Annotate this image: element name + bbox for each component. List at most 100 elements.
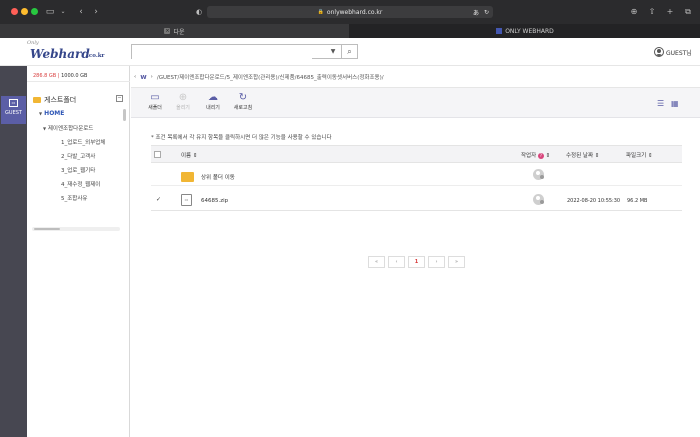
row-size: 96.2 MB <box>627 198 648 204</box>
tree-item[interactable]: ▼ 제이엔조합다운로드 <box>43 124 103 132</box>
browser-toolbar: ▭ ⌄ ‹ › ◐ 🔒 onlywebhard.co.kr あ ↻ ⊕ ⇧ + … <box>0 0 700 24</box>
tab-only-webhard[interactable]: ONLY WEBHARD <box>350 24 700 38</box>
sidebar-toggle-icon[interactable]: ▭ <box>44 6 56 18</box>
minimize-window-button[interactable] <box>21 8 28 15</box>
privacy-shield-icon[interactable]: ◐ <box>193 6 205 18</box>
column-author-label: 작업자 <box>521 153 537 159</box>
tree-item-label: 4_재수정_웹제이 <box>61 182 101 188</box>
folder-icon <box>33 97 41 103</box>
select-all-checkbox[interactable] <box>154 151 161 158</box>
column-modified[interactable]: 수정된 날짜 ⇕ <box>566 151 599 159</box>
file-toolbar: ▭ 새폴더 ⊕ 올리기 ☁ 내리기 ↻ 새로고침 ☰ ▦ <box>131 88 700 118</box>
tree-item-label: HOME <box>44 110 65 117</box>
webhard-page: Only Webhard .co.kr ▼ ⌕ GUEST님 ▭ GUEST 2… <box>0 38 700 437</box>
row-modified: 2022-08-20 10:55:30 <box>567 198 621 204</box>
search-icon: ⌕ <box>347 47 352 56</box>
row-checkbox-checked[interactable]: ✓ <box>156 196 161 203</box>
site-logo[interactable]: Only Webhard .co.kr <box>27 40 107 62</box>
tree-item-home[interactable]: ▼ HOME <box>39 110 99 117</box>
close-tab-icon[interactable]: × <box>164 28 171 34</box>
row-name[interactable]: 상위 폴더 이동 <box>201 173 235 181</box>
download-label: 내리기 <box>206 105 220 111</box>
guest-button[interactable]: ▭ GUEST <box>1 96 26 124</box>
tree-item-label: 1_업로드_외부업체 <box>61 140 106 146</box>
tab-strip: × 다운 ONLY WEBHARD <box>0 24 700 38</box>
column-name[interactable]: 이름 ⇕ <box>181 151 197 159</box>
upload-button[interactable]: ⊕ 올리기 <box>172 92 194 111</box>
column-modified-label: 수정된 날짜 <box>566 153 594 159</box>
row-name[interactable]: 64685.zip <box>201 198 228 204</box>
quota-total: 1000.0 GB <box>61 73 88 79</box>
chevron-down-icon[interactable]: ⌄ <box>57 6 69 18</box>
zoom-window-button[interactable] <box>31 8 38 15</box>
upload-label: 올리기 <box>176 105 190 111</box>
table-row[interactable]: ✓ ▭ 64685.zip 2022-08-20 10:55:30 96.2 M… <box>151 189 682 211</box>
tree-scrollbar[interactable] <box>123 109 126 121</box>
logo-domain-text: .co.kr <box>87 53 105 59</box>
webhard-icon[interactable]: w <box>140 73 146 81</box>
chevron-down-icon[interactable]: ▼ <box>328 45 338 58</box>
next-page-button[interactable]: › <box>428 256 445 268</box>
lock-icon: 🔒 <box>317 9 324 15</box>
pagination: « ‹ 1 › » <box>368 256 465 268</box>
first-page-button[interactable]: « <box>368 256 385 268</box>
main-content: ‹ w › /GUEST/제이엔조합다운로드/5_제이엔조합(관리용)/신제품/… <box>131 66 700 437</box>
address-bar[interactable]: 🔒 onlywebhard.co.kr あ ↻ <box>207 6 493 18</box>
new-folder-button[interactable]: ▭ 새폴더 <box>144 92 166 111</box>
back-icon[interactable]: ‹ <box>75 6 87 18</box>
translate-icon[interactable]: あ <box>473 8 479 17</box>
upload-icon: ⊕ <box>178 92 188 103</box>
prev-page-button[interactable]: ‹ <box>388 256 405 268</box>
list-view-icon[interactable]: ☰ <box>657 99 664 108</box>
tree-item[interactable]: 1_업로드_외부업체 <box>61 138 121 146</box>
column-size[interactable]: 파일크기 ⇕ <box>626 151 653 159</box>
quota-display: 286.8 GB | 1000.0 GB <box>27 70 130 82</box>
column-author[interactable]: 작업자 ? ⇕ <box>521 151 550 159</box>
tab-label: ONLY WEBHARD <box>505 27 554 35</box>
forward-icon[interactable]: › <box>90 6 102 18</box>
refresh-icon: ↻ <box>238 92 248 103</box>
guest-label: GUEST <box>5 110 22 116</box>
refresh-label: 새로고침 <box>233 105 253 111</box>
tab-label: 다운 <box>173 28 185 36</box>
help-icon[interactable]: ? <box>537 152 544 159</box>
tree-item-label: 2_다발_고객사 <box>61 154 96 160</box>
left-rail: ▭ GUEST <box>0 66 27 437</box>
search-box[interactable]: ▼ ⌕ <box>131 44 358 65</box>
search-input[interactable] <box>132 53 312 65</box>
reload-icon[interactable]: ↻ <box>484 9 489 16</box>
last-page-button[interactable]: » <box>448 256 465 268</box>
refresh-button[interactable]: ↻ 새로고침 <box>232 92 254 111</box>
author-icon[interactable] <box>533 169 544 180</box>
user-icon <box>654 47 664 57</box>
tab-download[interactable]: × 다운 <box>0 24 349 38</box>
page-1-button[interactable]: 1 <box>408 256 425 268</box>
tree-item-label: 제이엔조합다운로드 <box>47 126 94 132</box>
user-menu[interactable]: GUEST님 <box>654 45 692 59</box>
tree-item[interactable]: 2_다발_고객사 <box>61 152 121 160</box>
new-tab-icon[interactable]: + <box>664 6 676 18</box>
favicon-icon <box>496 28 503 34</box>
table-row-parent[interactable]: 상위 폴더 이동 <box>151 164 682 186</box>
collapse-tree-button[interactable]: − <box>116 95 123 102</box>
tree-item[interactable]: 3_업로_웹기타 <box>61 166 121 174</box>
column-size-label: 파일크기 <box>626 153 647 159</box>
address-text: onlywebhard.co.kr <box>326 8 383 16</box>
grid-view-icon[interactable]: ▦ <box>671 99 679 108</box>
download-icon[interactable]: ⊕ <box>628 6 640 18</box>
tree-root[interactable]: 게스트폴더 <box>33 95 76 105</box>
tree-item[interactable]: 5_조합사유 <box>61 194 121 202</box>
share-icon[interactable]: ⇧ <box>646 6 658 18</box>
tree-item[interactable]: 4_재수정_웹제이 <box>61 180 121 188</box>
author-icon[interactable] <box>533 194 544 205</box>
breadcrumb: ‹ w › /GUEST/제이엔조합다운로드/5_제이엔조합(관리용)/신제품/… <box>131 66 700 88</box>
download-button[interactable]: ☁ 내리기 <box>202 92 224 111</box>
logo-main-text: Webhard <box>30 47 90 61</box>
breadcrumb-path[interactable]: /GUEST/제이엔조합다운로드/5_제이엔조합(관리용)/신제품/64685_… <box>157 73 384 81</box>
chevron-left-icon[interactable]: ‹ <box>134 74 136 80</box>
tab-overview-icon[interactable]: ⧉ <box>682 6 694 18</box>
tree-horizontal-scrollbar[interactable] <box>32 227 120 231</box>
close-window-button[interactable] <box>11 8 18 15</box>
search-button[interactable]: ⌕ <box>341 45 357 58</box>
folder-icon <box>181 172 194 182</box>
